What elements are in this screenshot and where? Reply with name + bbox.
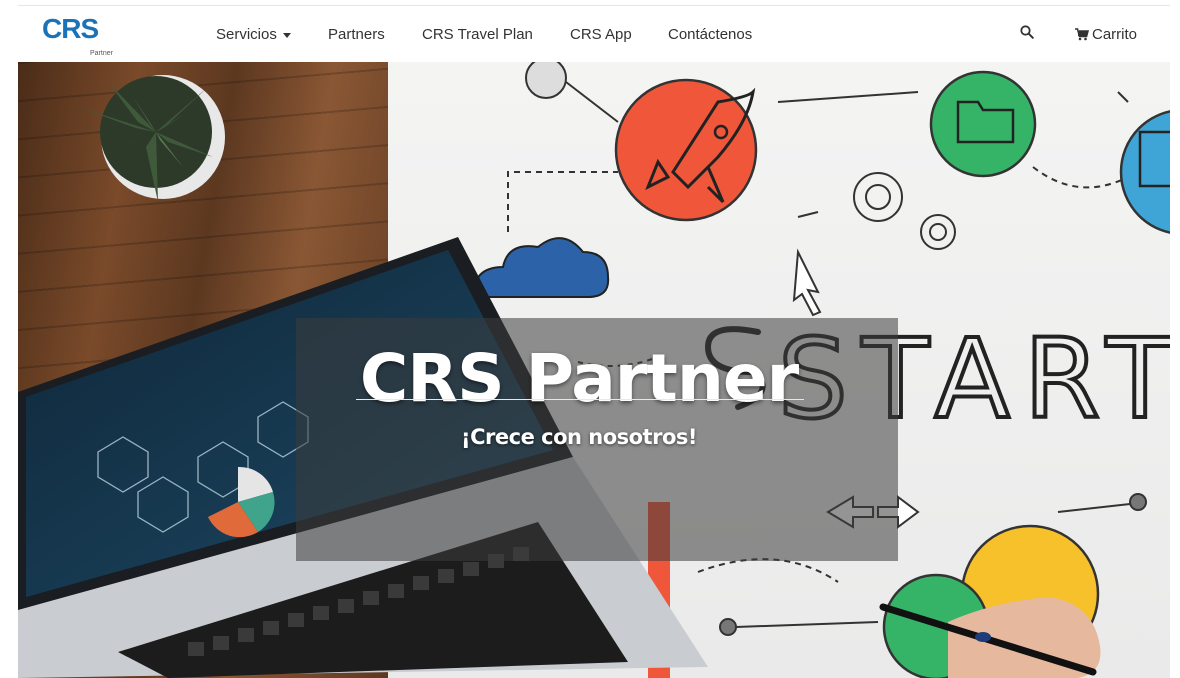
gears-icon xyxy=(853,172,956,250)
crs-partner-logo[interactable]: CRS Partner xyxy=(42,13,113,58)
nav-crs-app-link[interactable]: CRS App xyxy=(570,26,632,43)
plant-icon xyxy=(78,75,225,202)
folder-icon xyxy=(929,70,1037,178)
cart-link[interactable]: Carrito xyxy=(1075,26,1137,43)
cart-icon xyxy=(1075,28,1090,41)
nav-contact-link[interactable]: Contáctenos xyxy=(668,26,752,43)
hero-subtitle: ¡Crece con nosotros! xyxy=(461,425,697,449)
hero-title: CRS Partner xyxy=(359,340,799,418)
cursor-icon xyxy=(792,248,822,317)
cloud-icon xyxy=(471,237,610,298)
nav-travel-plan-link[interactable]: CRS Travel Plan xyxy=(422,26,533,43)
logo-subtext: Partner xyxy=(90,50,113,57)
logo-text: CRS xyxy=(42,13,99,44)
monitor-icon xyxy=(1119,110,1170,234)
hero-divider xyxy=(356,399,804,400)
rocket-icon xyxy=(614,78,758,222)
navbar: CRS Partner Servicios Partners CRS Trave… xyxy=(18,6,1170,62)
nav-partners-link[interactable]: Partners xyxy=(328,26,385,43)
cart-label: Carrito xyxy=(1092,26,1138,43)
nav-servicios-label: Servicios xyxy=(216,26,277,43)
caret-down-icon xyxy=(282,32,291,38)
search-icon[interactable] xyxy=(1020,25,1036,41)
nav-servicios-dropdown[interactable]: Servicios xyxy=(216,26,291,43)
